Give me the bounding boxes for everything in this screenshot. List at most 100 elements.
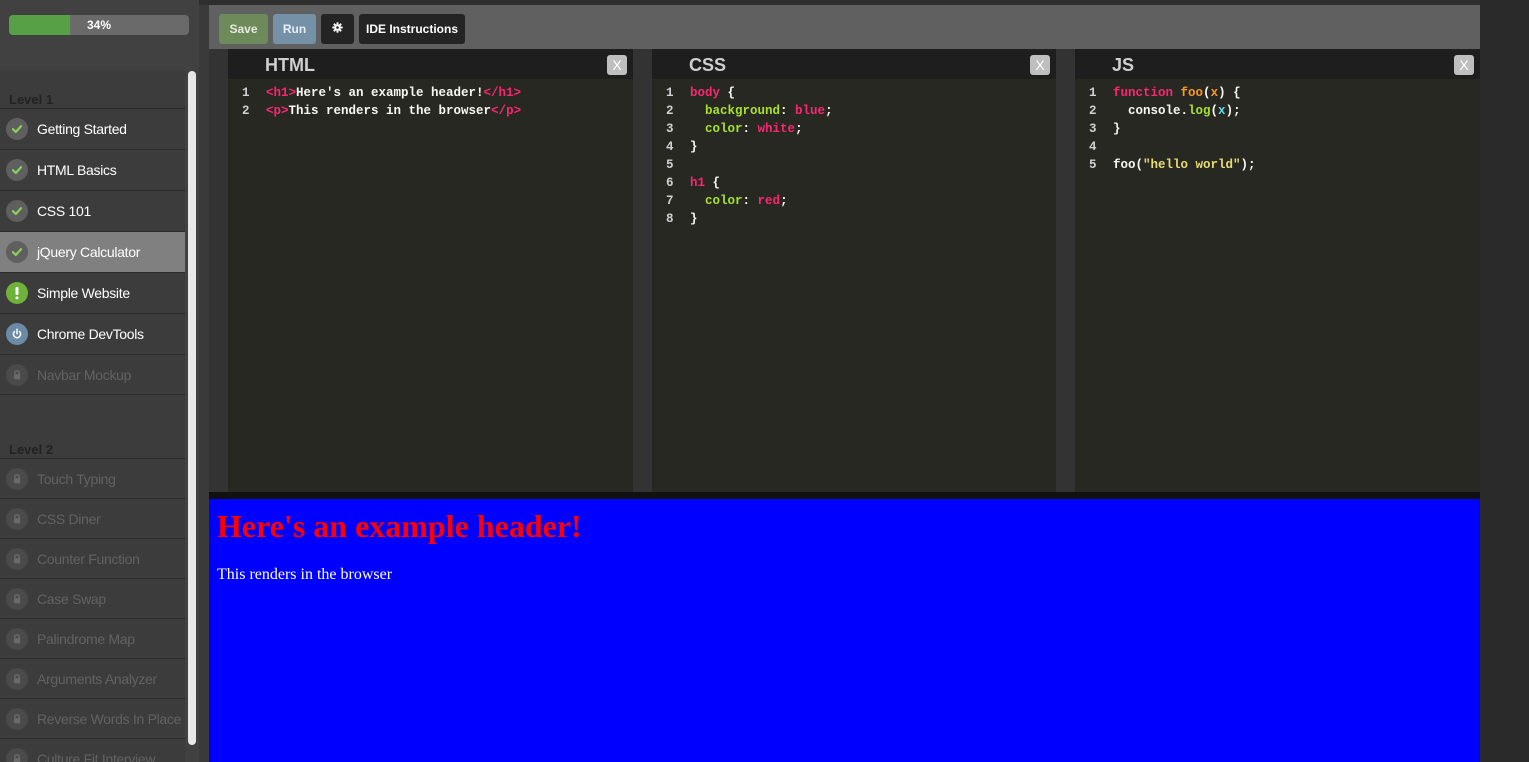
line-number: 6 <box>666 176 674 190</box>
ide-instructions-button[interactable]: IDE Instructions <box>359 14 465 44</box>
code-token: : <box>742 122 758 136</box>
pane-title: HTML <box>265 55 315 75</box>
code-token: background <box>705 104 781 118</box>
preview-paragraph: This renders in the browser <box>217 566 393 583</box>
lesson-label: Culture Fit Interview <box>37 750 156 762</box>
lesson-label: Simple Website <box>37 285 130 301</box>
app-window: 34% Level 1 Getting Started HTML Basics CSS… <box>0 0 1529 762</box>
html-editor-pane[interactable]: HTML X 1 <h1>Here's an example header!</h… <box>209 49 633 492</box>
code-line: 4 <box>1075 138 1480 156</box>
line-number: 7 <box>666 194 674 208</box>
lock-icon <box>6 547 28 570</box>
sidebar-lesson-item[interactable]: Chrome DevTools <box>0 314 185 355</box>
progress-bar: 34% <box>9 15 189 35</box>
code-token: red <box>757 194 781 208</box>
sidebar-lesson-item[interactable]: Simple Website <box>0 273 185 314</box>
sidebar-lesson-item[interactable]: CSS 101 <box>0 191 185 232</box>
line-number: 5 <box>1089 158 1097 172</box>
line-number: 2 <box>1089 104 1097 118</box>
preview-heading: Here's an example header! <box>217 508 582 544</box>
code-token: This renders in the browser <box>288 104 492 118</box>
line-content: background: blue; <box>690 102 833 120</box>
save-button[interactable]: Save <box>219 14 268 44</box>
js-code[interactable]: 1 function foo(x) {2 console.log(x); 3} 4 5 f… <box>1075 84 1480 174</box>
right-gutter <box>1480 0 1529 762</box>
pane-header: JS X <box>1075 49 1480 79</box>
code-token: Here's an example header! <box>296 86 484 100</box>
sidebar-lesson-item: CSS Diner <box>0 499 185 539</box>
code-token: x <box>1218 104 1226 118</box>
js-editor-pane[interactable]: JS X 1 function foo(x) {2 console.log(x);… <box>1056 49 1480 492</box>
line-content: console.log(x); <box>1113 102 1241 120</box>
pane-title: CSS <box>689 55 727 75</box>
line-number: 1 <box>242 86 250 100</box>
lesson-label: CSS Diner <box>37 510 101 527</box>
line-number: 4 <box>1089 140 1097 154</box>
html-code[interactable]: 1 <h1>Here's an example header!</h1> 2 <p>T… <box>228 84 633 120</box>
code-token: </h1> <box>483 86 522 100</box>
lock-icon <box>6 363 28 386</box>
lesson-label: Reverse Words In Place <box>37 710 182 727</box>
code-token: foo <box>1180 86 1204 100</box>
code-token: ); <box>1225 104 1241 118</box>
sidebar-lesson-item[interactable]: jQuery Calculator <box>0 232 185 273</box>
code-token: </p> <box>491 104 522 118</box>
check-icon <box>6 200 28 222</box>
level-heading: Level 1 <box>0 71 185 109</box>
line-content: h1 { <box>690 174 720 192</box>
lesson-list: Level 1 Getting Started HTML Basics CSS 101… <box>0 71 185 762</box>
code-token: body <box>690 86 721 100</box>
line-number: 3 <box>1089 122 1097 136</box>
sidebar-lesson-item: Touch Typing <box>0 459 185 499</box>
code-token: log <box>1188 104 1211 118</box>
sidebar-lesson-item[interactable]: Getting Started <box>0 109 185 150</box>
code-token: foo( <box>1113 158 1144 172</box>
lesson-label: Navbar Mockup <box>37 366 132 383</box>
pane-header: HTML X <box>228 49 633 79</box>
code-line: 2 console.log(x); <box>1075 102 1480 120</box>
code-line: 6 h1 { <box>652 174 1056 192</box>
code-token: console. <box>1113 104 1189 118</box>
line-content: body { <box>690 84 735 102</box>
code-line: 8} <box>652 210 1056 228</box>
line-number: 1 <box>666 86 674 100</box>
code-line: 2 <p>This renders in the browser</p> <box>228 102 633 120</box>
line-content: } <box>690 210 698 228</box>
lock-icon <box>6 507 28 530</box>
close-css-pane-button[interactable]: X <box>1030 55 1050 75</box>
css-code[interactable]: 1 body {2 background: blue; 3 color: white… <box>652 84 1056 228</box>
line-content: color: white; <box>690 120 803 138</box>
pane-gutter <box>1056 49 1075 492</box>
check-icon <box>6 241 28 263</box>
sidebar-lesson-item: Case Swap <box>0 579 185 619</box>
sidebar-lesson-item: Arguments Analyzer <box>0 659 185 699</box>
level-heading: Level 2 <box>0 395 185 459</box>
run-button[interactable]: Run <box>273 14 316 44</box>
code-token: blue <box>795 104 826 118</box>
code-token: : <box>780 104 796 118</box>
line-number: 8 <box>666 212 674 226</box>
line-content: <p>This renders in the browser</p> <box>266 102 521 120</box>
css-editor-pane[interactable]: CSS X 1 body {2 background: blue; 3 color:… <box>633 49 1056 492</box>
code-line: 1 <h1>Here's an example header!</h1> <box>228 84 633 102</box>
lesson-label: CSS 101 <box>37 203 91 219</box>
lesson-label: Counter Function <box>37 550 140 567</box>
code-line: 2 background: blue; <box>652 102 1056 120</box>
line-number: 5 <box>666 158 674 172</box>
settings-button[interactable] <box>321 14 354 44</box>
lesson-label: Touch Typing <box>37 470 116 487</box>
code-token: ; <box>780 194 788 208</box>
sidebar-lesson-item[interactable]: HTML Basics <box>0 150 185 191</box>
code-token: white <box>757 122 796 136</box>
line-content: } <box>690 138 698 156</box>
line-number: 2 <box>242 104 250 118</box>
lesson-label: Palindrome Map <box>37 630 135 647</box>
pane-resize-divider[interactable] <box>209 492 1480 499</box>
close-js-pane-button[interactable]: X <box>1454 55 1474 75</box>
sidebar-scrollbar[interactable] <box>188 71 196 745</box>
close-html-pane-button[interactable]: X <box>607 55 627 75</box>
code-token: color <box>705 122 743 136</box>
line-content: color: red; <box>690 192 788 210</box>
pane-header: CSS X <box>652 49 1056 79</box>
